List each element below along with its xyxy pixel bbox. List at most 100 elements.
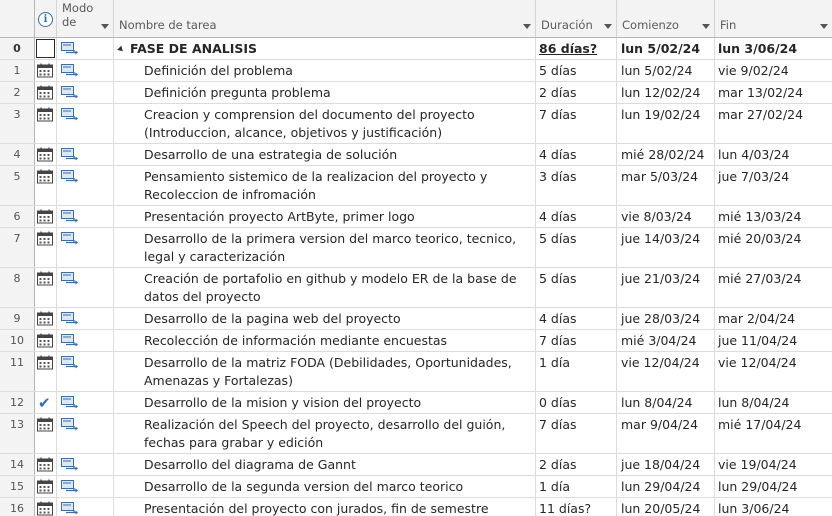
chevron-down-icon[interactable] (523, 24, 531, 29)
end-date-cell[interactable]: lun 8/04/24 (715, 392, 832, 413)
end-date-cell[interactable]: lun 3/06/24 (715, 498, 832, 516)
collapse-triangle-icon[interactable] (117, 45, 125, 54)
end-date-cell[interactable]: lun 29/04/24 (715, 476, 832, 497)
task-mode-cell[interactable] (57, 166, 114, 205)
task-mode-cell[interactable] (57, 38, 114, 59)
table-row[interactable]: 3 Creacion y comprension del documento de… (0, 104, 832, 144)
table-row[interactable]: 16 Presentación del proyecto con jurados,… (0, 498, 832, 516)
duration-cell[interactable]: 5 días (536, 268, 617, 307)
indicator-cell[interactable] (35, 206, 57, 227)
start-date-cell[interactable]: lun 8/04/24 (617, 392, 715, 413)
task-name-cell[interactable]: Definición del problema (114, 60, 536, 81)
indicator-cell[interactable] (35, 414, 57, 453)
row-id[interactable]: 10 (0, 330, 35, 351)
task-mode-cell[interactable] (57, 352, 114, 391)
task-name-cell[interactable]: Presentación proyecto ArtByte, primer lo… (114, 206, 536, 227)
row-id[interactable]: 2 (0, 82, 35, 103)
header-end[interactable]: Fin (715, 0, 832, 37)
end-date-cell[interactable]: jue 11/04/24 (715, 330, 832, 351)
task-mode-cell[interactable] (57, 454, 114, 475)
indicator-cell[interactable] (35, 352, 57, 391)
indicator-cell[interactable] (35, 454, 57, 475)
duration-cell[interactable]: 2 días (536, 454, 617, 475)
indicator-cell[interactable] (35, 38, 57, 59)
row-id[interactable]: 11 (0, 352, 35, 391)
duration-cell[interactable]: 3 días (536, 166, 617, 205)
duration-cell[interactable]: 0 días (536, 392, 617, 413)
indicator-cell[interactable] (35, 104, 57, 143)
table-row[interactable]: 15 Desarrollo de la segunda version del m… (0, 476, 832, 498)
start-date-cell[interactable]: mié 28/02/24 (617, 144, 715, 165)
task-mode-cell[interactable] (57, 414, 114, 453)
header-start[interactable]: Comienzo (617, 0, 715, 37)
task-name-cell[interactable]: Desarrollo de la pagina web del proyecto (114, 308, 536, 329)
duration-cell[interactable]: 7 días (536, 414, 617, 453)
header-duration[interactable]: Duración (536, 0, 617, 37)
task-name-cell[interactable]: Desarrollo del diagrama de Gannt (114, 454, 536, 475)
header-task-name[interactable]: Nombre de tarea (114, 0, 536, 37)
start-date-cell[interactable]: lun 5/02/24 (617, 38, 715, 59)
duration-cell[interactable]: 5 días (536, 60, 617, 81)
indicator-cell[interactable] (35, 60, 57, 81)
task-name-cell[interactable]: Desarrollo de la matriz FODA (Debilidade… (114, 352, 536, 391)
task-name-cell[interactable]: Creación de portafolio en github y model… (114, 268, 536, 307)
task-mode-cell[interactable] (57, 268, 114, 307)
start-date-cell[interactable]: lun 20/05/24 (617, 498, 715, 516)
table-row[interactable]: 4 Desarrollo de una estrategia de solució… (0, 144, 832, 166)
row-id[interactable]: 13 (0, 414, 35, 453)
end-date-cell[interactable]: jue 7/03/24 (715, 166, 832, 205)
task-name-cell[interactable]: Desarrollo de la segunda version del mar… (114, 476, 536, 497)
table-row[interactable]: 2 Definición pregunta problema 2 días lun 1… (0, 82, 832, 104)
end-date-cell[interactable]: mié 20/03/24 (715, 228, 832, 267)
table-row[interactable]: 7 Desarrollo de la primera version del ma… (0, 228, 832, 268)
task-name-cell[interactable]: Recolección de información mediante encu… (114, 330, 536, 351)
start-date-cell[interactable]: jue 28/03/24 (617, 308, 715, 329)
task-name-cell[interactable]: Presentación del proyecto con jurados, f… (114, 498, 536, 516)
end-date-cell[interactable]: vie 19/04/24 (715, 454, 832, 475)
table-row[interactable]: 12 ✔ Desarrollo de la mision y vision del … (0, 392, 832, 414)
table-row[interactable]: 11 Desarrollo de la matriz FODA (Debilida… (0, 352, 832, 392)
indicator-cell[interactable] (35, 476, 57, 497)
indicator-cell[interactable] (35, 144, 57, 165)
task-name-cell[interactable]: Creacion y comprension del documento del… (114, 104, 536, 143)
task-name-cell[interactable]: Desarrollo de la mision y vision del pro… (114, 392, 536, 413)
duration-cell[interactable]: 4 días (536, 206, 617, 227)
row-id[interactable]: 7 (0, 228, 35, 267)
header-indicators[interactable]: i (35, 0, 57, 37)
chevron-down-icon[interactable] (604, 24, 612, 29)
task-mode-cell[interactable] (57, 498, 114, 516)
task-mode-cell[interactable] (57, 206, 114, 227)
table-row[interactable]: 13 Realización del Speech del proyecto, d… (0, 414, 832, 454)
start-date-cell[interactable]: lun 19/02/24 (617, 104, 715, 143)
end-date-cell[interactable]: mar 2/04/24 (715, 308, 832, 329)
duration-cell[interactable]: 5 días (536, 228, 617, 267)
end-date-cell[interactable]: mar 27/02/24 (715, 104, 832, 143)
indicator-cell[interactable]: ✔ (35, 392, 57, 413)
duration-cell[interactable]: 86 días? (536, 38, 617, 59)
task-mode-cell[interactable] (57, 392, 114, 413)
row-id[interactable]: 1 (0, 60, 35, 81)
indicator-cell[interactable] (35, 498, 57, 516)
table-row[interactable]: 14 Desarrollo del diagrama de Gannt 2 días… (0, 454, 832, 476)
indicator-cell[interactable] (35, 308, 57, 329)
start-date-cell[interactable]: mié 3/04/24 (617, 330, 715, 351)
table-row[interactable]: 8 Creación de portafolio en github y mode… (0, 268, 832, 308)
end-date-cell[interactable]: mié 27/03/24 (715, 268, 832, 307)
row-id[interactable]: 14 (0, 454, 35, 475)
table-row[interactable]: 1 Definición del problema 5 días lun 5/02/2… (0, 60, 832, 82)
chevron-down-icon[interactable] (820, 24, 828, 29)
row-id[interactable]: 6 (0, 206, 35, 227)
duration-cell[interactable]: 4 días (536, 144, 617, 165)
task-mode-cell[interactable] (57, 308, 114, 329)
row-id[interactable]: 3 (0, 104, 35, 143)
start-date-cell[interactable]: jue 18/04/24 (617, 454, 715, 475)
start-date-cell[interactable]: lun 29/04/24 (617, 476, 715, 497)
row-id[interactable]: 0 (0, 38, 35, 59)
start-date-cell[interactable]: mar 5/03/24 (617, 166, 715, 205)
task-name-cell[interactable]: Definición pregunta problema (114, 82, 536, 103)
task-name-cell[interactable]: FASE DE ANALISIS (114, 38, 536, 59)
start-date-cell[interactable]: lun 5/02/24 (617, 60, 715, 81)
end-date-cell[interactable]: lun 4/03/24 (715, 144, 832, 165)
indicator-cell[interactable] (35, 228, 57, 267)
chevron-down-icon[interactable] (101, 24, 109, 29)
